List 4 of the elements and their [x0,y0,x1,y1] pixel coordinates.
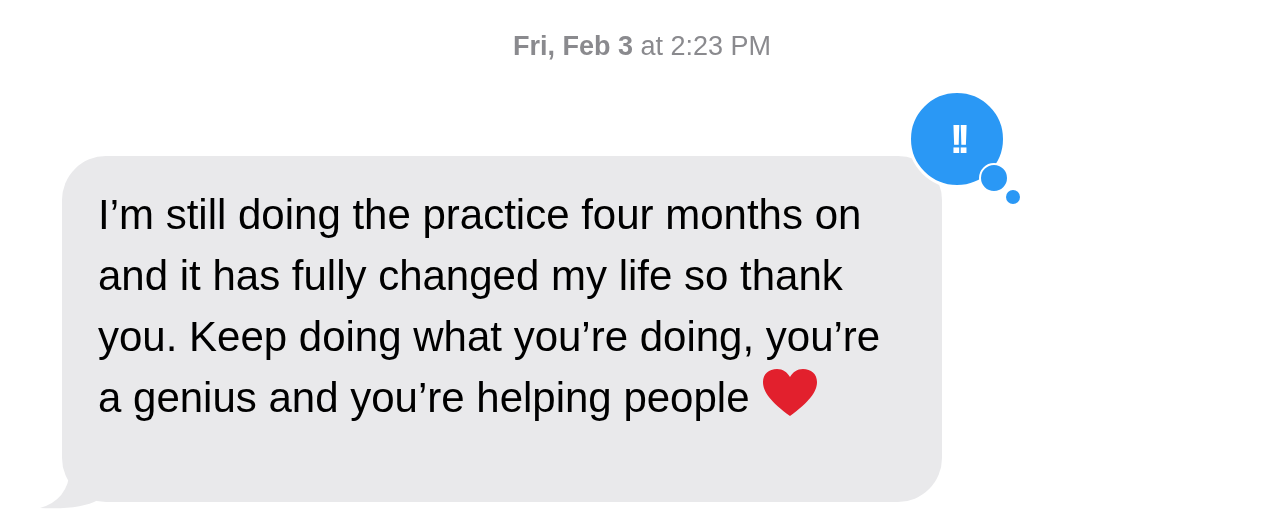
exclamation-reaction: !! [949,119,965,159]
heart-icon [761,368,820,418]
timestamp: Fri, Feb 3 at 2:23 PM [512,30,772,63]
message-text: I’m still doing the practice four months on and it has fully changed my life so thank you. Keep doing what you’re doing, you’re a genius and you’re helping people [98,190,882,423]
